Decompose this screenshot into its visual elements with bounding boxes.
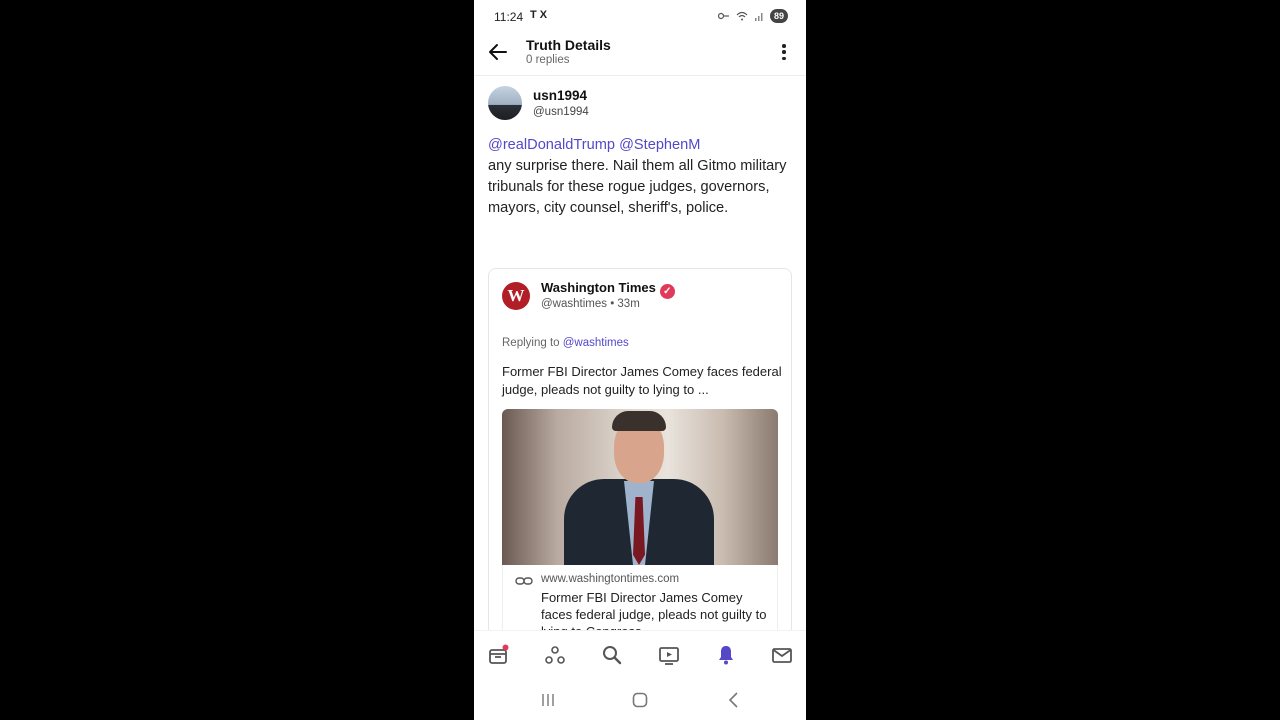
link-domain: www.washingtontimes.com bbox=[541, 573, 680, 585]
quoted-handle-time: @washtimes • 33m bbox=[541, 298, 640, 310]
battery-indicator: 89 bbox=[769, 9, 788, 23]
system-navigation bbox=[474, 678, 806, 720]
status-bar: 11:24 T X 89 bbox=[474, 0, 806, 34]
more-options-icon[interactable] bbox=[776, 42, 792, 62]
mention-link[interactable]: @StephenM bbox=[619, 137, 700, 153]
quoted-post-card[interactable]: W Washington Times ✓ @washtimes • 33m Rep… bbox=[488, 268, 792, 648]
author-name[interactable]: usn1994 bbox=[533, 88, 587, 103]
washington-times-logo[interactable]: W bbox=[502, 282, 530, 310]
author-handle[interactable]: @usn1994 bbox=[533, 106, 589, 118]
vpn-key-icon bbox=[717, 12, 729, 20]
bottom-navigation bbox=[474, 630, 806, 678]
home-icon[interactable] bbox=[630, 690, 650, 710]
messages-icon[interactable] bbox=[770, 643, 794, 667]
phone-screen: 11:24 T X 89 Truth Details 0 replies usn… bbox=[474, 0, 806, 720]
inbox-icon[interactable] bbox=[486, 643, 510, 667]
status-right: 89 bbox=[717, 9, 788, 23]
avatar[interactable] bbox=[488, 86, 522, 120]
article-image[interactable] bbox=[502, 409, 778, 565]
back-nav-icon[interactable] bbox=[724, 690, 744, 710]
quoted-author-name[interactable]: Washington Times bbox=[541, 280, 656, 295]
link-icon bbox=[515, 577, 533, 585]
signal-icon bbox=[754, 13, 763, 21]
quoted-text: Former FBI Director James Comey faces fe… bbox=[502, 364, 782, 397]
wifi-icon bbox=[736, 11, 748, 21]
notifications-icon[interactable] bbox=[714, 643, 738, 667]
replying-prefix: Replying to bbox=[502, 337, 560, 349]
tv-icon[interactable] bbox=[657, 643, 681, 667]
replying-to: Replying to @washtimes bbox=[502, 337, 629, 349]
post-text: any surprise there. Nail them all Gitmo … bbox=[488, 158, 787, 216]
post-body: @realDonaldTrump @StephenM any surprise … bbox=[488, 135, 794, 219]
mention-link[interactable]: @realDonaldTrump bbox=[488, 137, 615, 153]
recent-apps-icon[interactable] bbox=[538, 690, 558, 710]
quoted-author[interactable]: Washington Times ✓ bbox=[541, 280, 675, 299]
status-app-icons: T X bbox=[530, 9, 548, 21]
details-header: Truth Details 0 replies bbox=[474, 34, 806, 76]
page-title: Truth Details bbox=[526, 37, 611, 53]
groups-icon[interactable] bbox=[543, 643, 567, 667]
verified-badge-icon: ✓ bbox=[659, 284, 675, 299]
search-icon[interactable] bbox=[600, 643, 624, 667]
status-time: 11:24 bbox=[494, 10, 524, 24]
replying-handle-link[interactable]: @washtimes bbox=[563, 337, 629, 349]
replies-count: 0 replies bbox=[526, 54, 570, 66]
back-arrow-icon[interactable] bbox=[486, 40, 510, 64]
